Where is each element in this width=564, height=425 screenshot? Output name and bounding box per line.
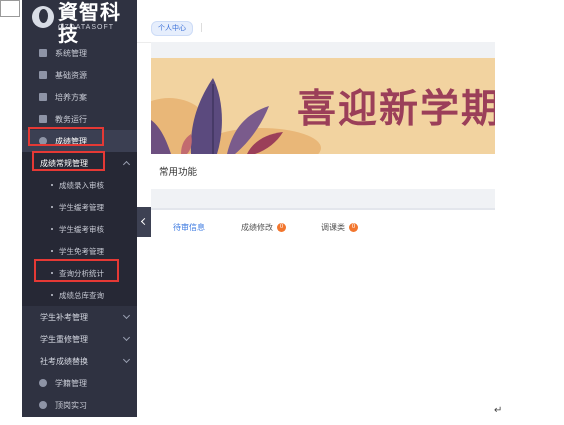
book-icon <box>39 93 47 101</box>
monitor-icon <box>39 115 47 123</box>
group-label: 学生重修管理 <box>40 334 88 344</box>
sidebar: 資智科技 QZDATASOFT 系统管理 基础资源 培养方案 教务运行 成绩管理… <box>22 0 137 417</box>
menu-item-system[interactable]: 系统管理 <box>22 42 137 64</box>
highlight-grade-routine <box>32 151 105 171</box>
menu-item-internship[interactable]: 顶岗实习 <box>22 394 137 416</box>
tab-grade-modify[interactable]: 成绩修改 0 <box>241 222 286 233</box>
tab-personal-center[interactable]: 个人中心 <box>151 21 193 36</box>
tab-course-adjust[interactable]: 调课类 0 <box>321 222 358 233</box>
subitem-label: 学生免考管理 <box>59 246 104 256</box>
chevron-up-icon <box>122 160 131 169</box>
main-content: 喜迎新学期 常用功能 待审信息 成绩修改 0 调课类 0 <box>151 42 495 417</box>
highlight-query-analysis <box>34 259 119 282</box>
chevron-down-icon <box>122 355 131 364</box>
subitem-label: 学生缓考审核 <box>59 224 104 234</box>
flag-icon <box>39 71 47 79</box>
tab-label: 调课类 <box>321 223 345 232</box>
logo-mark-icon <box>32 6 54 28</box>
chevron-down-icon <box>122 311 131 320</box>
divider <box>201 23 202 32</box>
group-label: 学生补考管理 <box>40 312 88 322</box>
menu-label: 培养方案 <box>55 92 87 102</box>
subitem-label: 成绩总库查询 <box>59 290 104 300</box>
group-social-exam[interactable]: 社考成绩替换 <box>22 350 137 372</box>
tab-pending-info[interactable]: 待审信息 <box>173 222 205 233</box>
menu-label: 学籍管理 <box>55 378 87 388</box>
group-makeup-exam[interactable]: 学生补考管理 <box>22 306 137 328</box>
highlight-grades <box>28 127 104 146</box>
bullet-icon <box>51 184 53 186</box>
subitem-label: 学生缓考管理 <box>59 202 104 212</box>
logo: 資智科技 QZDATASOFT <box>22 0 137 46</box>
menu-label: 基础资源 <box>55 70 87 80</box>
group-label: 社考成绩替换 <box>40 356 88 366</box>
menu-label: 顶岗实习 <box>55 400 87 410</box>
menu-label: 系统管理 <box>55 48 87 58</box>
subitem-label: 成绩录入审核 <box>59 180 104 190</box>
logo-subtitle: QZDATASOFT <box>58 24 115 31</box>
banner: 喜迎新学期 <box>151 58 495 154</box>
subitem-deferred-manage[interactable]: 学生缓考管理 <box>22 196 137 218</box>
card-title: 常用功能 <box>159 167 198 178</box>
tab-label: 成绩修改 <box>241 223 273 232</box>
settings-icon <box>39 379 47 387</box>
menu-item-enrollment[interactable]: 学籍管理 <box>22 372 137 394</box>
tab-label: 待审信息 <box>173 223 205 232</box>
topbar: 个人中心 <box>137 0 495 43</box>
bullet-icon <box>51 228 53 230</box>
bullet-icon <box>51 250 53 252</box>
collapse-sidebar-button[interactable] <box>137 207 151 237</box>
bullet-icon <box>51 206 53 208</box>
subitem-deferred-review[interactable]: 学生缓考审核 <box>22 218 137 240</box>
corner-box <box>0 0 20 17</box>
bullet-icon <box>51 294 53 296</box>
subitem-grade-library[interactable]: 成绩总库查询 <box>22 284 137 306</box>
tab-panel <box>151 244 495 417</box>
group-retake[interactable]: 学生重修管理 <box>22 328 137 350</box>
grid-icon <box>39 49 47 57</box>
count-badge: 0 <box>277 223 286 232</box>
tabs-bar: 待审信息 成绩修改 0 调课类 0 <box>151 208 495 246</box>
menu-item-training[interactable]: 培养方案 <box>22 86 137 108</box>
common-functions-card: 常用功能 <box>151 154 495 189</box>
menu-label: 教务运行 <box>55 114 87 124</box>
menu-item-resources[interactable]: 基础资源 <box>22 64 137 86</box>
location-icon <box>39 401 47 409</box>
subitem-entry-review[interactable]: 成绩录入审核 <box>22 174 137 196</box>
count-badge: 0 <box>349 223 358 232</box>
banner-title: 喜迎新学期 <box>297 86 495 132</box>
chevron-down-icon <box>122 333 131 342</box>
paragraph-mark: ↵ <box>494 405 503 416</box>
